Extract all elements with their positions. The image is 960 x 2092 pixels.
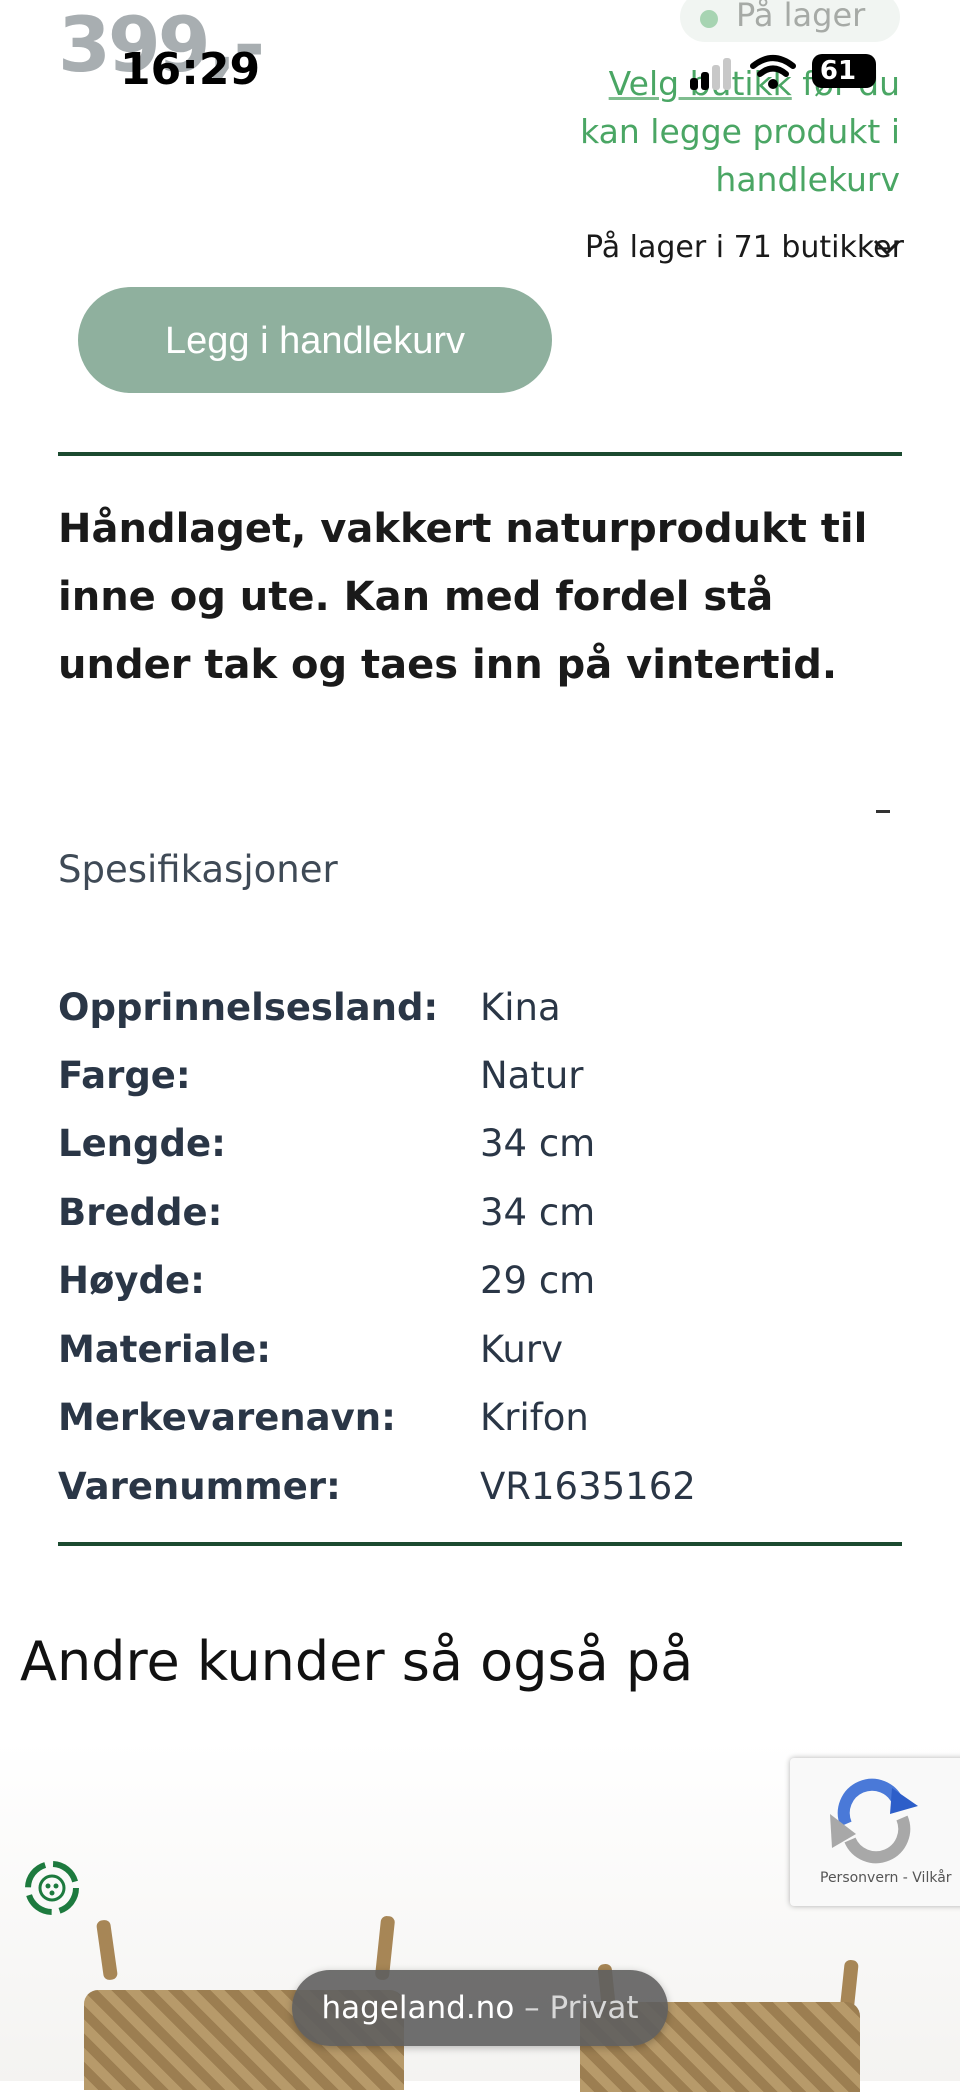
spec-value: 29 cm xyxy=(480,1259,596,1302)
spec-label: Farge: xyxy=(58,1054,191,1097)
spec-value: VR1635162 xyxy=(480,1465,696,1508)
spec-row: Bredde: 34 cm xyxy=(58,1191,908,1259)
product-description: Håndlaget, vakkert naturprodukt til inne… xyxy=(58,506,868,688)
battery-level: 61 xyxy=(819,56,857,86)
add-to-cart-button[interactable]: Legg i handlekurv xyxy=(78,287,552,393)
spec-label: Varenummer: xyxy=(58,1465,341,1508)
signal-icon xyxy=(690,58,734,90)
spec-label: Bredde: xyxy=(58,1191,223,1234)
spec-value: Kina xyxy=(480,986,561,1029)
stock-label: På lager xyxy=(736,0,866,34)
spec-value: 34 cm xyxy=(480,1191,596,1234)
spec-row: Opprinnelsesland: Kina xyxy=(58,986,908,1054)
collapse-specs-button[interactable] xyxy=(876,810,890,813)
spec-row: Høyde: 29 cm xyxy=(58,1259,908,1327)
spec-value: Natur xyxy=(480,1054,584,1097)
recaptcha-icon xyxy=(830,1778,918,1864)
chevron-down-icon[interactable] xyxy=(872,232,902,262)
recommendations-title: Andre kunder så også på xyxy=(20,1630,694,1693)
status-time: 16:29 xyxy=(120,44,261,95)
spec-label: Materiale: xyxy=(58,1328,272,1371)
eco-icon[interactable] xyxy=(20,1856,84,1920)
browser-mode: – Privat xyxy=(524,1990,639,2026)
stock-dot-icon xyxy=(700,10,718,28)
spec-label: Høyde: xyxy=(58,1259,205,1302)
spec-label: Lengde: xyxy=(58,1122,226,1165)
browser-url-pill[interactable]: hageland.no – Privat xyxy=(292,1970,668,2046)
spec-row: Farge: Natur xyxy=(58,1054,908,1122)
spec-row: Varenummer: VR1635162 xyxy=(58,1465,908,1533)
recaptcha-links[interactable]: Personvern - Vilkår xyxy=(820,1870,952,1886)
spec-value: Krifon xyxy=(480,1396,589,1439)
spec-row: Merkevarenavn: Krifon xyxy=(58,1396,908,1464)
browser-domain: hageland.no xyxy=(321,1990,515,2026)
spec-value: Kurv xyxy=(480,1328,563,1371)
specs-heading[interactable]: Spesifikasjoner xyxy=(58,848,338,891)
wifi-icon xyxy=(750,55,796,89)
divider xyxy=(58,1542,902,1546)
spec-value: 34 cm xyxy=(480,1122,596,1165)
spec-row: Lengde: 34 cm xyxy=(58,1122,908,1190)
spec-row: Materiale: Kurv xyxy=(58,1328,908,1396)
divider xyxy=(58,452,902,456)
stock-count[interactable]: På lager i 71 butikker xyxy=(585,230,904,265)
spec-label: Opprinnelsesland: xyxy=(58,986,439,1029)
spec-label: Merkevarenavn: xyxy=(58,1396,396,1439)
